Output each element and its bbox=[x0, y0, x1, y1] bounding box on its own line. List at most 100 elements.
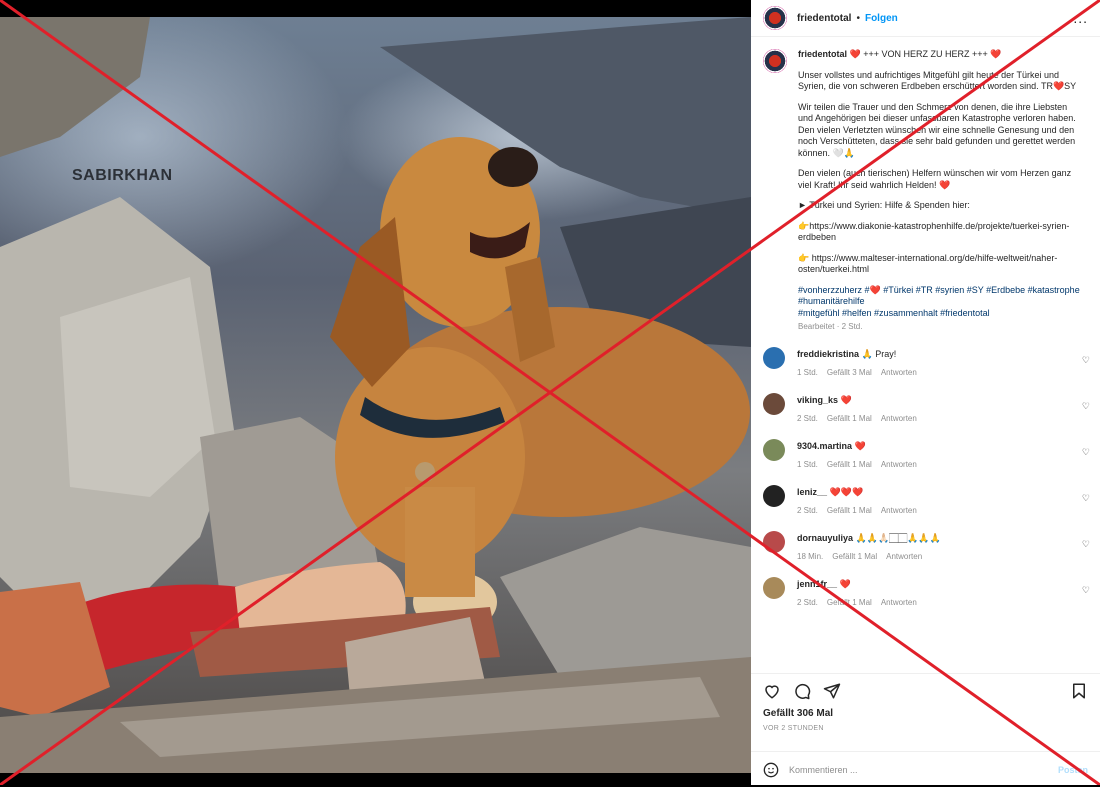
commenter-avatar[interactable] bbox=[763, 392, 785, 415]
caption-link-1[interactable]: 👉https://www.diakonie-katastrophenhilfe.… bbox=[798, 221, 1083, 244]
comment-body: viking_ks ❤️ 2 Std. Gefällt 1 Mal Antworten bbox=[797, 395, 926, 423]
comment-heart-icon[interactable]: ♡ bbox=[1082, 539, 1090, 550]
post-header: friedentotal • Folgen ... bbox=[751, 0, 1100, 37]
comment-time: 18 Min. bbox=[797, 551, 824, 561]
paper-plane-icon[interactable] bbox=[823, 682, 841, 700]
comment-meta: 1 Std. Gefällt 1 Mal Antworten bbox=[797, 460, 926, 469]
comment-heart-icon[interactable]: ♡ bbox=[1082, 355, 1090, 366]
author-username[interactable]: friedentotal bbox=[797, 13, 851, 24]
reply-button[interactable]: Antworten bbox=[881, 414, 917, 423]
reply-button[interactable]: Antworten bbox=[881, 506, 917, 515]
add-comment-bar: Kommentieren ... Posten bbox=[751, 751, 1100, 787]
post-image[interactable]: SABIRKHAN bbox=[0, 17, 751, 773]
comment-likes[interactable]: Gefällt 1 Mal bbox=[827, 460, 872, 469]
comment-item: 9304.martina ❤️ 1 Std. Gefällt 1 Mal Antwor… bbox=[751, 438, 1100, 485]
comment-item: dornauyuliya 🙏🙏🙏🏻🏻🏻🙏🙏🙏 18 Min. Gefällt 1 M… bbox=[751, 530, 1100, 577]
comment-likes[interactable]: Gefällt 3 Mal bbox=[827, 368, 872, 377]
photo-watermark: SABIRKHAN bbox=[72, 167, 173, 184]
comment-time: 1 Std. bbox=[797, 459, 818, 469]
commenter-avatar[interactable] bbox=[763, 438, 785, 461]
comment-icon[interactable] bbox=[793, 682, 811, 700]
like-count[interactable]: Gefällt 306 Mal bbox=[751, 700, 1100, 719]
more-options-icon[interactable]: ... bbox=[1073, 10, 1088, 26]
comment-text: ❤️ bbox=[840, 394, 852, 405]
reply-button[interactable]: Antworten bbox=[881, 368, 917, 377]
comment-heart-icon[interactable]: ♡ bbox=[1082, 401, 1090, 412]
caption-paragraph-4: ► Türkei und Syrien: Hilfe & Spenden hie… bbox=[798, 200, 970, 210]
reply-button[interactable]: Antworten bbox=[886, 552, 922, 561]
comment-body: jenn1fr__ ❤️ 2 Std. Gefällt 1 Mal Antworten bbox=[797, 579, 926, 607]
commenter-username[interactable]: viking_ks bbox=[797, 395, 838, 405]
comment-body: 9304.martina ❤️ 1 Std. Gefällt 1 Mal Antwor… bbox=[797, 441, 926, 469]
post-timestamp: VOR 2 STUNDEN bbox=[763, 725, 824, 732]
commenter-avatar[interactable] bbox=[763, 576, 785, 599]
comment-time: 2 Std. bbox=[797, 505, 818, 515]
caption-paragraph-3: Den vielen (auch tierischen) Helfern wün… bbox=[798, 168, 1074, 190]
comment-heart-icon[interactable]: ♡ bbox=[1082, 585, 1090, 596]
emoji-icon[interactable] bbox=[763, 762, 779, 778]
caption-hashtags[interactable]: #vonherzzuherz #❤️ #Türkei #TR #syrien #… bbox=[798, 285, 1083, 320]
rock-right bbox=[500, 527, 751, 677]
comments-scroll-area[interactable]: friedentotal ❤️ +++ VON HERZ ZU HERZ +++… bbox=[751, 37, 1100, 673]
comment-meta: 2 Std. Gefällt 1 Mal Antworten bbox=[797, 598, 926, 607]
commenter-username[interactable]: 9304.martina bbox=[797, 441, 852, 451]
comment-text: ❤️❤️❤️ bbox=[829, 486, 864, 497]
comment-heart-icon[interactable]: ♡ bbox=[1082, 447, 1090, 458]
comment-item: leniz__ ❤️❤️❤️ 2 Std. Gefällt 1 Mal Antwort… bbox=[751, 484, 1100, 531]
commenter-username[interactable]: leniz__ bbox=[797, 487, 827, 497]
commenter-username[interactable]: freddiekristina bbox=[797, 349, 859, 359]
comment-body: freddiekristina 🙏 Pray! 1 Std. Gefällt 3 M… bbox=[797, 349, 926, 377]
caption-username[interactable]: friedentotal bbox=[798, 49, 847, 59]
caption-text: friedentotal ❤️ +++ VON HERZ ZU HERZ +++… bbox=[798, 49, 1083, 347]
photo-scene bbox=[0, 17, 751, 773]
post-comment-button[interactable]: Posten bbox=[1058, 765, 1088, 775]
commenter-avatar[interactable] bbox=[763, 484, 785, 507]
caption-link-2[interactable]: 👉 https://www.malteser-international.org… bbox=[798, 253, 1083, 276]
collar-tag bbox=[415, 462, 435, 482]
comment-meta: 1 Std. Gefällt 3 Mal Antworten bbox=[797, 368, 926, 377]
comment-text: 🙏 Pray! bbox=[861, 348, 897, 359]
comment-time: 1 Std. bbox=[797, 367, 818, 377]
commenter-username[interactable]: dornauyuliya bbox=[797, 533, 853, 543]
post-actions: Gefällt 306 Mal VOR 2 STUNDEN Kommentier… bbox=[751, 673, 1100, 786]
comment-likes[interactable]: Gefällt 1 Mal bbox=[827, 506, 872, 515]
caption-edited: Bearbeitet · 2 Std. bbox=[798, 322, 863, 331]
caption-paragraph-1: Unser vollstes und aufrichtiges Mitgefüh… bbox=[798, 69, 1077, 92]
comment-heart-icon[interactable]: ♡ bbox=[1082, 493, 1090, 504]
commenter-avatar[interactable] bbox=[763, 346, 785, 369]
comment-meta: 2 Std. Gefällt 1 Mal Antworten bbox=[797, 414, 926, 423]
comment-time: 2 Std. bbox=[797, 413, 818, 423]
comment-item: jenn1fr__ ❤️ 2 Std. Gefällt 1 Mal Antworten… bbox=[751, 576, 1100, 623]
comment-input[interactable]: Kommentieren ... bbox=[789, 765, 858, 775]
comment-text: 🙏🙏🙏🏻🏻🏻🙏🙏🙏 bbox=[855, 532, 941, 543]
comment-list: freddiekristina 🙏 Pray! 1 Std. Gefällt 3 M… bbox=[751, 346, 1100, 623]
action-icons bbox=[751, 674, 1100, 700]
dog-nose bbox=[488, 147, 538, 187]
comment-body: dornauyuliya 🙏🙏🙏🏻🏻🏻🙏🙏🙏 18 Min. Gefällt 1 M… bbox=[797, 533, 941, 561]
post-caption: friedentotal ❤️ +++ VON HERZ ZU HERZ +++… bbox=[751, 37, 1100, 347]
caption-paragraph-2: Wir teilen die Trauer und den Schmerz vo… bbox=[798, 101, 1079, 158]
comment-likes[interactable]: Gefällt 1 Mal bbox=[827, 598, 872, 607]
follow-button[interactable]: Folgen bbox=[865, 13, 898, 24]
reply-button[interactable]: Antworten bbox=[881, 598, 917, 607]
reply-button[interactable]: Antworten bbox=[881, 460, 917, 469]
header-separator: • bbox=[856, 12, 860, 24]
commenter-avatar[interactable] bbox=[763, 530, 785, 553]
caption-avatar[interactable] bbox=[763, 49, 787, 73]
caption-title: ❤️ +++ VON HERZ ZU HERZ +++ ❤️ bbox=[849, 49, 1002, 59]
comment-text: ❤️ bbox=[854, 440, 866, 451]
heart-icon[interactable] bbox=[763, 682, 781, 700]
dog-leg bbox=[405, 487, 475, 597]
wood-beam bbox=[0, 17, 150, 157]
comment-item: freddiekristina 🙏 Pray! 1 Std. Gefällt 3 M… bbox=[751, 346, 1100, 393]
bookmark-icon[interactable] bbox=[1070, 682, 1088, 700]
author-avatar[interactable] bbox=[763, 6, 787, 30]
comment-body: leniz__ ❤️❤️❤️ 2 Std. Gefällt 1 Mal Antwort… bbox=[797, 487, 926, 515]
comment-item: viking_ks ❤️ 2 Std. Gefällt 1 Mal Antworten… bbox=[751, 392, 1100, 439]
comment-meta: 2 Std. Gefällt 1 Mal Antworten bbox=[797, 506, 926, 515]
commenter-username[interactable]: jenn1fr__ bbox=[797, 579, 837, 589]
post-sidebar: friedentotal • Folgen ... friedentotal ❤… bbox=[751, 0, 1100, 785]
comment-likes[interactable]: Gefällt 1 Mal bbox=[832, 552, 877, 561]
comment-likes[interactable]: Gefällt 1 Mal bbox=[827, 414, 872, 423]
comment-time: 2 Std. bbox=[797, 597, 818, 607]
